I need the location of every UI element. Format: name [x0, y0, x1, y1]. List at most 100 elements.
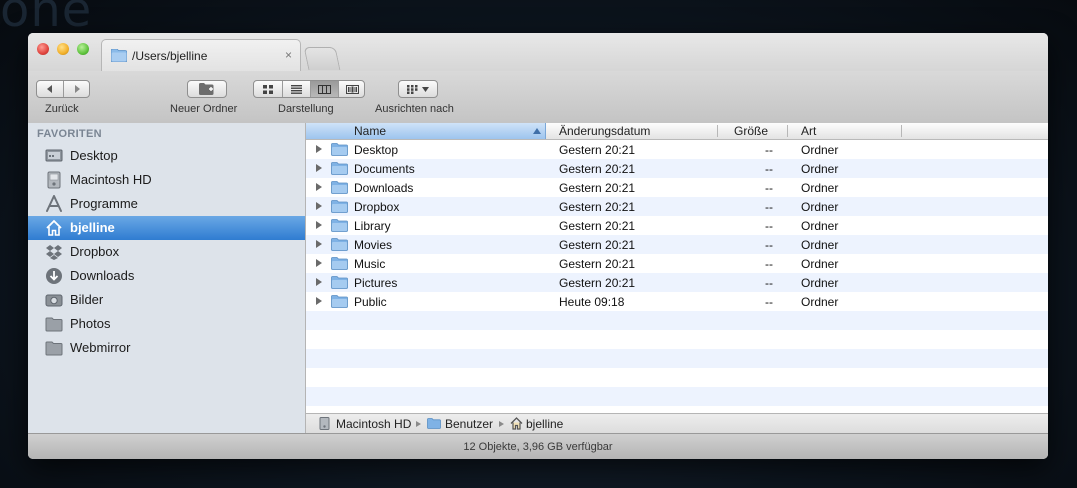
file-row[interactable]: Music Gestern 20:21 -- Ordner	[306, 254, 1048, 273]
file-name: Downloads	[354, 181, 414, 195]
tab-title: /Users/bjelline	[132, 49, 208, 63]
new-tab-button[interactable]	[303, 47, 341, 70]
path-item-bjelline[interactable]: bjelline	[526, 417, 563, 431]
new-folder-button[interactable]	[187, 80, 227, 98]
column-view-button[interactable]	[310, 81, 338, 97]
path-item-benutzer[interactable]: Benutzer	[445, 417, 493, 431]
file-row[interactable]: Downloads Gestern 20:21 -- Ordner	[306, 178, 1048, 197]
folder-icon	[331, 181, 348, 197]
disclosure-triangle-icon[interactable]	[316, 259, 322, 267]
sidebar-item-bjelline[interactable]: bjelline	[28, 216, 305, 240]
coverflow-view-button[interactable]	[338, 81, 366, 97]
empty-row	[306, 349, 1048, 368]
arrange-button[interactable]	[398, 80, 438, 98]
file-date: Gestern 20:21	[559, 257, 636, 271]
tab-current[interactable]: /Users/bjelline ×	[101, 39, 301, 72]
folder-icon	[331, 200, 348, 216]
file-row[interactable]: Documents Gestern 20:21 -- Ordner	[306, 159, 1048, 178]
sidebar-item-label: Webmirror	[70, 340, 131, 355]
minimize-window-button[interactable]	[57, 43, 69, 55]
camera-icon	[45, 291, 63, 309]
view-mode-control	[253, 80, 365, 98]
file-kind: Ordner	[801, 162, 839, 176]
sidebar-item-downloads[interactable]: Downloads	[28, 264, 305, 288]
sidebar-item-programme[interactable]: Programme	[28, 192, 305, 216]
file-row[interactable]: Public Heute 09:18 -- Ordner	[306, 292, 1048, 311]
file-kind: Ordner	[801, 200, 839, 214]
file-row[interactable]: Desktop Gestern 20:21 -- Ordner	[306, 140, 1048, 159]
folder-icon	[331, 295, 348, 311]
file-size: --	[765, 162, 773, 176]
disclosure-triangle-icon[interactable]	[316, 164, 322, 172]
column-name-header[interactable]: Name	[306, 123, 546, 139]
sidebar-item-photos[interactable]: Photos	[28, 312, 305, 336]
path-item-macintosh-hd[interactable]: Macintosh HD	[336, 417, 411, 431]
sidebar-item-desktop[interactable]: Desktop	[28, 144, 305, 168]
file-kind: Ordner	[801, 238, 839, 252]
empty-row	[306, 330, 1048, 349]
folder-icon	[427, 418, 441, 432]
file-row[interactable]: Pictures Gestern 20:21 -- Ordner	[306, 273, 1048, 292]
sidebar-item-label: Programme	[70, 196, 138, 211]
column-size-header[interactable]: Größe	[734, 124, 768, 138]
column-divider[interactable]	[717, 125, 718, 137]
folder-icon	[331, 238, 348, 254]
file-size: --	[765, 143, 773, 157]
column-date-header[interactable]: Änderungsdatum	[559, 124, 650, 138]
column-view-icon	[318, 84, 331, 94]
file-name: Pictures	[354, 276, 398, 290]
file-size: --	[765, 181, 773, 195]
list-view-button[interactable]	[282, 81, 310, 97]
file-size: --	[765, 238, 773, 252]
back-button[interactable]	[37, 81, 63, 97]
file-kind: Ordner	[801, 276, 839, 290]
disclosure-triangle-icon[interactable]	[316, 145, 322, 153]
empty-row	[306, 311, 1048, 330]
column-divider[interactable]	[901, 125, 902, 137]
sidebar-item-label: Desktop	[70, 148, 118, 163]
path-separator-icon	[416, 421, 421, 427]
disclosure-triangle-icon[interactable]	[316, 221, 322, 229]
column-name-label: Name	[354, 124, 387, 138]
hard-drive-icon	[318, 417, 331, 433]
file-row[interactable]: Dropbox Gestern 20:21 -- Ordner	[306, 197, 1048, 216]
sidebar-item-bilder[interactable]: Bilder	[28, 288, 305, 312]
finder-window: /Users/bjelline × Zurück Neuer Ordner Da…	[28, 33, 1048, 459]
file-name: Dropbox	[354, 200, 400, 214]
coverflow-view-icon	[346, 84, 359, 94]
sidebar-item-webmirror[interactable]: Webmirror	[28, 336, 305, 360]
dropbox-icon	[45, 243, 63, 261]
sidebar-item-macintosh-hd[interactable]: Macintosh HD	[28, 168, 305, 192]
desktop-icon	[45, 147, 63, 165]
column-kind-header[interactable]: Art	[801, 124, 816, 138]
disclosure-triangle-icon[interactable]	[316, 240, 322, 248]
file-row[interactable]: Library Gestern 20:21 -- Ordner	[306, 216, 1048, 235]
view-label: Darstellung	[278, 103, 334, 115]
file-name: Movies	[354, 238, 393, 252]
file-date: Gestern 20:21	[559, 276, 636, 290]
path-separator-icon	[499, 421, 504, 427]
tab-close-button[interactable]: ×	[285, 48, 292, 62]
sidebar-item-dropbox[interactable]: Dropbox	[28, 240, 305, 264]
file-kind: Ordner	[801, 181, 839, 195]
file-date: Gestern 20:21	[559, 181, 636, 195]
file-name: Desktop	[354, 143, 399, 157]
file-size: --	[765, 200, 773, 214]
disclosure-triangle-icon[interactable]	[316, 202, 322, 210]
file-row[interactable]: Movies Gestern 20:21 -- Ordner	[306, 235, 1048, 254]
file-kind: Ordner	[801, 143, 839, 157]
disclosure-triangle-icon[interactable]	[316, 183, 322, 191]
file-date: Gestern 20:21	[559, 143, 636, 157]
disclosure-triangle-icon[interactable]	[316, 297, 322, 305]
zoom-window-button[interactable]	[77, 43, 89, 55]
forward-button[interactable]	[63, 81, 89, 97]
disclosure-triangle-icon[interactable]	[316, 278, 322, 286]
folder-icon	[331, 162, 348, 178]
arrange-label: Ausrichten nach	[375, 103, 454, 115]
column-divider[interactable]	[787, 125, 788, 137]
path-bar: Macintosh HD Benutzer bjelline	[306, 413, 1048, 434]
icon-view-button[interactable]	[254, 81, 282, 97]
sidebar-heading: FAVORITEN	[37, 128, 102, 140]
close-window-button[interactable]	[37, 43, 49, 55]
chevron-down-icon	[422, 86, 429, 92]
